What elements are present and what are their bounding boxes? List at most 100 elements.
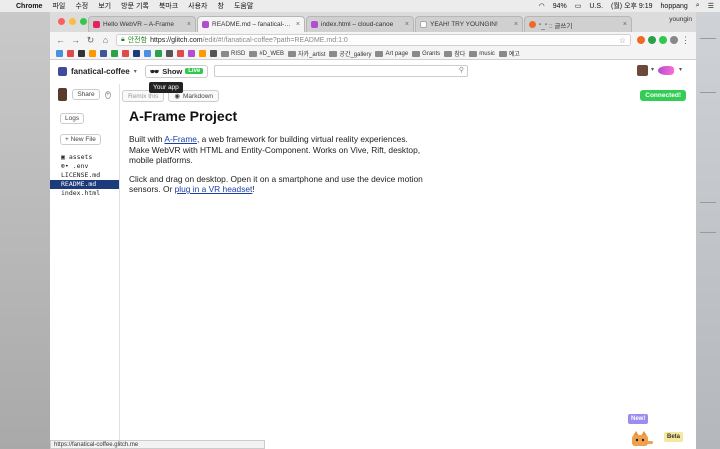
chevron-down-icon[interactable]: ▾ bbox=[679, 66, 682, 73]
reload-icon[interactable]: ↻ bbox=[86, 35, 95, 46]
extension-icon[interactable] bbox=[659, 36, 667, 44]
bookmark-icon[interactable] bbox=[56, 50, 63, 57]
bookmark-icon[interactable] bbox=[210, 50, 217, 57]
bookmark-icon[interactable] bbox=[89, 50, 96, 57]
close-tab-icon[interactable]: × bbox=[187, 21, 191, 28]
browser-tab-5[interactable]: "_" :: 글쓰기 × bbox=[524, 16, 632, 32]
bookmark-folder-artist[interactable]: 자카_artist bbox=[288, 49, 325, 58]
new-badge[interactable]: New! bbox=[628, 414, 649, 424]
home-icon[interactable]: ⌂ bbox=[101, 35, 110, 45]
extension-icon[interactable] bbox=[648, 36, 656, 44]
bookmark-icon[interactable] bbox=[111, 50, 118, 57]
close-tab-icon[interactable]: × bbox=[296, 21, 300, 28]
new-file-button[interactable]: + New File bbox=[60, 134, 101, 145]
bookmark-icon[interactable] bbox=[133, 50, 140, 57]
glitch-favicon-icon bbox=[202, 21, 209, 28]
extension-icon[interactable] bbox=[637, 36, 645, 44]
bookmark-icon[interactable] bbox=[67, 50, 74, 57]
zoom-window-button[interactable] bbox=[80, 18, 87, 25]
bookmark-icon[interactable] bbox=[199, 50, 206, 57]
bookmark-icon[interactable] bbox=[100, 50, 107, 57]
bookmark-icon[interactable] bbox=[144, 50, 151, 57]
bookmark-icon[interactable] bbox=[166, 50, 173, 57]
extension-icon[interactable] bbox=[670, 36, 678, 44]
extensions-row: ⋮ bbox=[637, 35, 690, 46]
forward-arrow-icon[interactable]: → bbox=[71, 35, 80, 45]
text: Click and drag on desktop. Open it on a … bbox=[129, 173, 423, 195]
battery-icon[interactable]: ▭ bbox=[575, 2, 582, 10]
aframe-link[interactable]: A-Frame bbox=[164, 134, 197, 144]
file-item-readme[interactable]: README.md bbox=[50, 180, 119, 189]
battery-percent[interactable]: 94% bbox=[553, 3, 567, 10]
chrome-profile-name[interactable]: youngin bbox=[669, 16, 692, 23]
menu-view[interactable]: 보기 bbox=[98, 1, 111, 11]
close-tab-icon[interactable]: × bbox=[514, 21, 518, 28]
eye-icon: ◉ bbox=[174, 93, 181, 100]
back-arrow-icon[interactable]: ← bbox=[56, 35, 65, 45]
bookmark-star-icon[interactable]: ☆ bbox=[619, 36, 626, 45]
close-tab-icon[interactable]: × bbox=[623, 21, 627, 28]
avatar[interactable] bbox=[58, 88, 68, 101]
file-item-license[interactable]: LICENSE.md bbox=[50, 171, 119, 180]
menu-edit[interactable]: 수정 bbox=[75, 1, 88, 11]
chrome-menu-icon[interactable]: ⋮ bbox=[681, 35, 690, 46]
bookmark-label: #D_WEB bbox=[259, 50, 285, 57]
bookmark-folder-gallery[interactable]: 공간_gallery bbox=[329, 49, 371, 58]
search-icon[interactable]: ⌕ bbox=[696, 2, 700, 10]
bookmark-folder-music[interactable]: music bbox=[469, 50, 495, 57]
input-source[interactable]: U.S. bbox=[589, 3, 603, 10]
bookmark-icon[interactable] bbox=[177, 50, 184, 57]
menubar-user[interactable]: hoppang bbox=[661, 3, 688, 10]
menu-history[interactable]: 방문 기록 bbox=[121, 1, 149, 11]
folder-icon bbox=[221, 50, 229, 57]
bookmark-icon[interactable] bbox=[155, 50, 162, 57]
browser-tab-3[interactable]: index.html – cloud-canoe × bbox=[306, 16, 414, 32]
browser-tab-4[interactable]: YEAH! TRY YOUNGIN! × bbox=[415, 16, 523, 32]
menu-window[interactable]: 창 bbox=[218, 1, 224, 11]
search-input[interactable]: ⚲ bbox=[214, 65, 468, 77]
bookmark-icon[interactable] bbox=[122, 50, 129, 57]
glitch-fish-logo-icon[interactable] bbox=[658, 66, 674, 75]
bookmark-folder-chamda[interactable]: 참다 bbox=[444, 49, 465, 58]
close-tab-icon[interactable]: × bbox=[405, 21, 409, 28]
menu-app-name[interactable]: Chrome bbox=[16, 3, 42, 10]
menu-people[interactable]: 사용자 bbox=[188, 1, 207, 11]
share-button[interactable]: Share bbox=[72, 89, 100, 100]
bookmark-folder-risd[interactable]: RISD bbox=[221, 50, 245, 57]
menu-file[interactable]: 파일 bbox=[52, 1, 65, 11]
tistory-favicon-icon bbox=[529, 21, 536, 28]
bookmark-folder-art-page[interactable]: Art page bbox=[375, 50, 408, 57]
bookmark-folder-d-web[interactable]: #D_WEB bbox=[249, 50, 285, 57]
address-bar[interactable]: 🔒︎ 안전함 https://glitch.com /edit/#!/fanat… bbox=[116, 34, 631, 46]
wifi-icon[interactable]: ◠ bbox=[539, 2, 545, 10]
add-member-icon[interactable]: + bbox=[104, 90, 111, 99]
cat-mascot-icon[interactable] bbox=[630, 430, 654, 449]
bookmark-folder-yego[interactable]: 예고 bbox=[498, 49, 520, 58]
project-menu[interactable]: fanatical-coffee ▾ bbox=[58, 66, 137, 76]
menu-help[interactable]: 도움말 bbox=[234, 1, 253, 11]
tab-strip: Hello WebVR – A-Frame × README.md – fana… bbox=[50, 12, 696, 32]
menu-bookmarks[interactable]: 북마크 bbox=[159, 1, 178, 11]
bookmark-icon[interactable] bbox=[78, 50, 85, 57]
browser-tab-2-active[interactable]: README.md – fanatical-coffe × bbox=[197, 16, 305, 32]
logs-button[interactable]: Logs bbox=[60, 113, 85, 124]
search-icon: ⚲ bbox=[458, 67, 464, 74]
bookmark-icon[interactable] bbox=[188, 50, 195, 57]
minimize-window-button[interactable] bbox=[69, 18, 76, 25]
bookmark-folder-grants[interactable]: Grants bbox=[412, 50, 441, 57]
browser-tab-1[interactable]: Hello WebVR – A-Frame × bbox=[88, 16, 196, 32]
show-button[interactable]: 🕶︎ Show Live bbox=[144, 64, 209, 78]
avatar[interactable] bbox=[637, 65, 648, 76]
project-avatar bbox=[58, 66, 67, 76]
file-item-index[interactable]: index.html bbox=[50, 189, 119, 198]
folder-icon bbox=[375, 50, 384, 57]
chevron-down-icon[interactable]: ▾ bbox=[651, 66, 654, 73]
bookmark-label: Grants bbox=[422, 50, 441, 57]
file-item-assets[interactable]: ▣ assets bbox=[50, 153, 119, 162]
file-item-env[interactable]: ⊕• .env bbox=[50, 162, 119, 171]
vr-headset-link[interactable]: plug in a VR headset bbox=[175, 184, 253, 194]
project-name: fanatical-coffee bbox=[71, 66, 130, 76]
list-icon[interactable]: ☰ bbox=[708, 2, 714, 10]
menubar-clock[interactable]: (월) 오후 9:19 bbox=[611, 1, 653, 11]
close-window-button[interactable] bbox=[58, 18, 65, 25]
